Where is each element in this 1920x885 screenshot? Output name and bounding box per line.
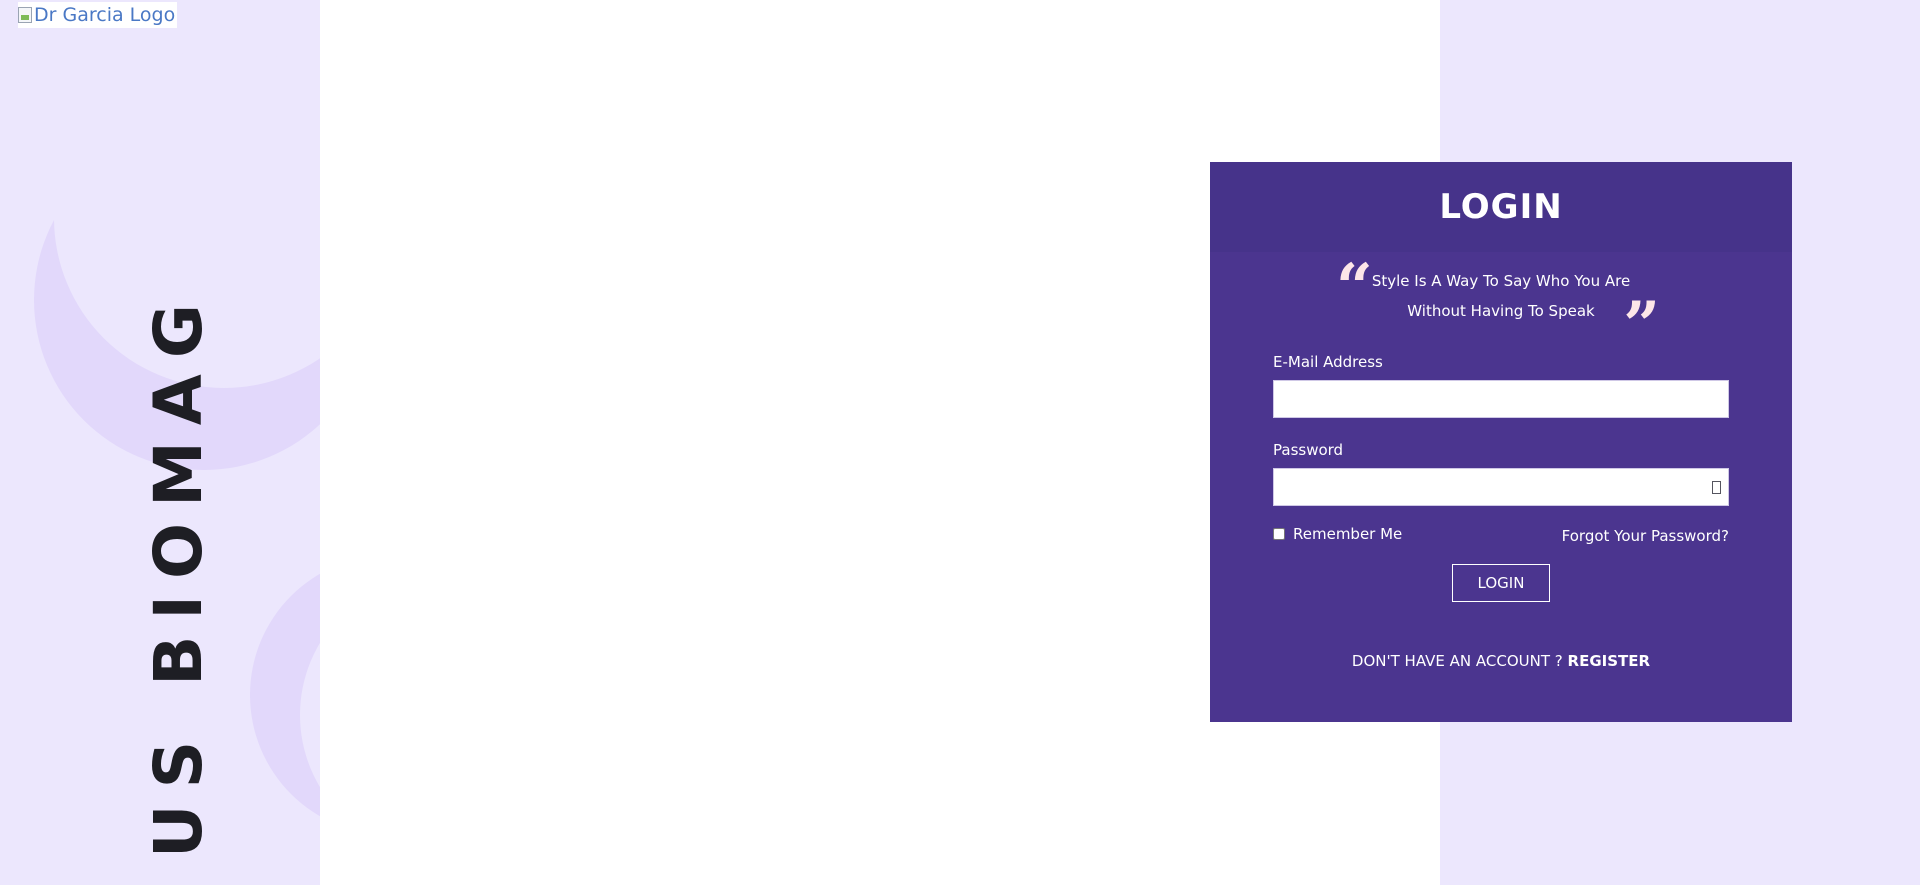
register-line: DON'T HAVE AN ACCOUNT ? REGISTER — [1210, 652, 1792, 670]
eye-icon[interactable] — [1712, 481, 1721, 494]
login-button[interactable]: LOGIN — [1452, 564, 1550, 602]
logo-alt-text: Dr Garcia Logo — [34, 4, 176, 26]
remember-checkbox[interactable] — [1273, 528, 1285, 540]
vertical-brand-text: US BIOMAG — [140, 287, 217, 858]
quote-open-icon: “ — [1336, 250, 1373, 325]
login-card-header: LOGIN — [1210, 162, 1792, 252]
email-label: E-Mail Address — [1273, 353, 1383, 371]
password-group: Password — [1273, 440, 1729, 506]
password-label: Password — [1273, 441, 1344, 459]
remember-label: Remember Me — [1293, 525, 1403, 543]
quote-close-icon: ” — [1623, 288, 1660, 363]
options-row: Remember Me Forgot Your Password? — [1273, 524, 1729, 545]
password-wrapper — [1273, 468, 1729, 506]
email-group: E-Mail Address — [1273, 352, 1729, 418]
login-form: E-Mail Address Password Remember Me Forg… — [1273, 352, 1729, 602]
forgot-password-link[interactable]: Forgot Your Password? — [1562, 527, 1729, 545]
login-title: LOGIN — [1439, 187, 1563, 227]
left-brand-panel: Dr Garcia Logo US BIOMAG — [0, 0, 320, 885]
register-prompt: DON'T HAVE AN ACCOUNT ? — [1351, 652, 1563, 670]
remember-me[interactable]: Remember Me — [1273, 525, 1402, 543]
password-field[interactable] — [1273, 468, 1729, 506]
broken-image-icon — [18, 7, 32, 23]
logo-link[interactable]: Dr Garcia Logo — [18, 2, 178, 28]
login-card: LOGIN “ Style Is A Way To Say Who You Ar… — [1210, 162, 1792, 722]
quote-line-2: Without Having To Speak — [1407, 302, 1595, 320]
email-field[interactable] — [1273, 380, 1729, 418]
register-link[interactable]: REGISTER — [1568, 652, 1651, 670]
quote-block: “ Style Is A Way To Say Who You Are With… — [1336, 256, 1660, 358]
quote-line-1: Style Is A Way To Say Who You Are — [1371, 272, 1631, 290]
